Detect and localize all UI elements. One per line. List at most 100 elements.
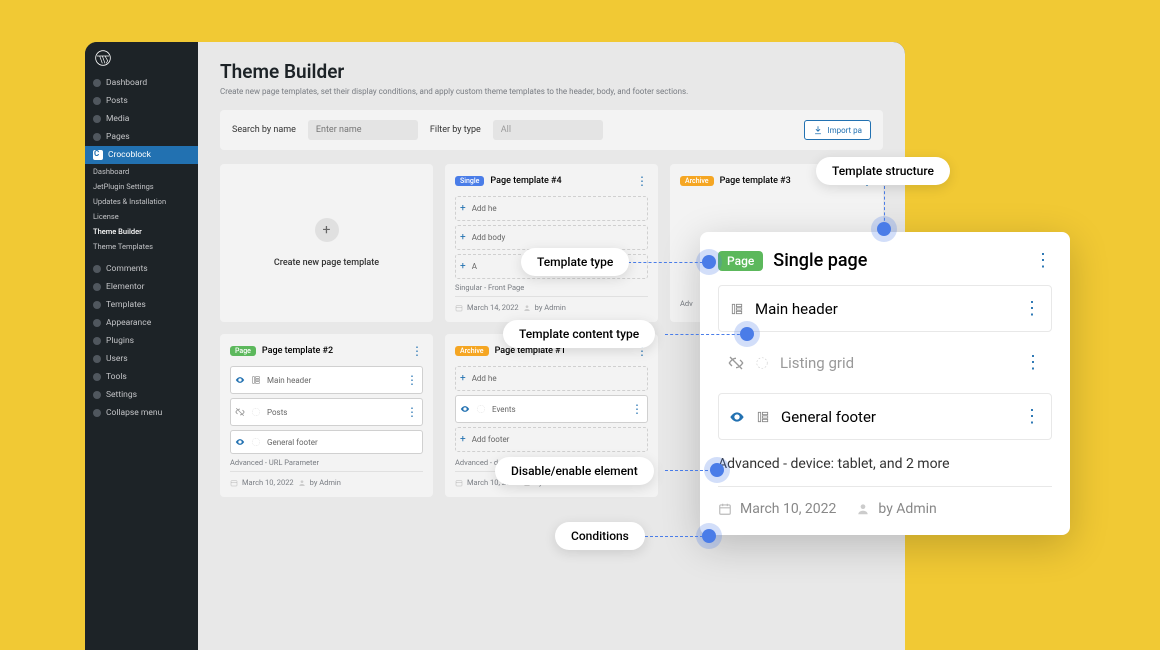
card-item-row[interactable]: Events ⋮ — [455, 395, 648, 423]
card-title: Page template #4 — [490, 176, 630, 186]
callout-type: Template type — [521, 248, 629, 276]
row-menu-icon[interactable]: ⋮ — [1023, 406, 1041, 427]
add-header-row[interactable]: +Add he — [455, 196, 648, 221]
calendar-icon — [455, 479, 463, 487]
calendar-icon — [718, 502, 732, 516]
eye-icon[interactable] — [235, 437, 245, 447]
card-conditions: Singular - Front Page — [455, 283, 648, 292]
card-item-row[interactable]: Posts ⋮ — [230, 398, 423, 426]
card-item-row[interactable]: Main header ⋮ — [230, 366, 423, 394]
row-menu-icon[interactable]: ⋮ — [406, 405, 418, 419]
sidebar-item-pages[interactable]: Pages — [85, 128, 198, 146]
circle-icon — [755, 356, 769, 370]
filter-label: Filter by type — [430, 125, 481, 135]
eye-off-icon[interactable] — [235, 407, 245, 417]
crocoblock-icon — [93, 150, 103, 160]
elementor-icon — [251, 375, 261, 385]
search-label: Search by name — [232, 125, 296, 135]
user-icon — [298, 479, 306, 487]
template-card: Single Page template #4 ⋮ +Add he +Add b… — [445, 164, 658, 322]
sub-theme-templates[interactable]: Theme Templates — [85, 239, 198, 254]
badge-page: Page — [230, 346, 256, 356]
detail-title: Single page — [773, 250, 1024, 271]
row-menu-icon[interactable]: ⋮ — [1024, 352, 1042, 373]
circle-icon — [476, 404, 486, 414]
card-date: March 14, 2022 — [467, 303, 519, 312]
calendar-icon — [455, 304, 463, 312]
sub-dashboard[interactable]: Dashboard — [85, 164, 198, 179]
sub-theme-builder[interactable]: Theme Builder — [85, 224, 198, 239]
create-label: Create new page template — [274, 258, 379, 268]
sidebar-item-media[interactable]: Media — [85, 110, 198, 128]
page-description: Create new page templates, set their dis… — [220, 87, 883, 96]
callout-conditions: Conditions — [555, 522, 645, 550]
sidebar-item-dashboard[interactable]: Dashboard — [85, 74, 198, 92]
card-menu-icon[interactable]: ⋮ — [411, 344, 423, 358]
sidebar-item-elementor[interactable]: Elementor — [85, 278, 198, 296]
badge-single: Single — [455, 176, 484, 186]
wordpress-logo[interactable] — [85, 42, 198, 74]
add-header-row[interactable]: +Add he — [455, 366, 648, 391]
sub-jetplugin[interactable]: JetPlugin Settings — [85, 179, 198, 194]
sidebar-item-tools[interactable]: Tools — [85, 368, 198, 386]
calendar-icon — [230, 479, 238, 487]
connector-dot — [740, 327, 754, 341]
sidebar-item-collapse[interactable]: Collapse menu — [85, 404, 198, 422]
row-menu-icon[interactable]: ⋮ — [631, 402, 643, 416]
user-icon — [523, 304, 531, 312]
search-input[interactable] — [308, 120, 418, 140]
connector — [665, 334, 745, 335]
connector-dot — [702, 529, 716, 543]
callout-structure: Template structure — [816, 157, 950, 185]
card-author: by Admin — [535, 303, 566, 312]
template-detail-panel: Page Single page ⋮ Main header ⋮ Listing… — [700, 232, 1070, 535]
callout-content: Template content type — [503, 320, 655, 348]
detail-date: March 10, 2022 — [740, 501, 836, 517]
sidebar-item-comments[interactable]: Comments — [85, 260, 198, 278]
card-conditions: Advanced - URL Parameter — [230, 458, 423, 467]
card-menu-icon[interactable]: ⋮ — [636, 174, 648, 188]
detail-row[interactable]: Main header ⋮ — [718, 285, 1052, 332]
sidebar-item-plugins[interactable]: Plugins — [85, 332, 198, 350]
row-menu-icon[interactable]: ⋮ — [406, 373, 418, 387]
elementor-icon — [756, 410, 770, 424]
admin-sidebar: Dashboard Posts Media Pages Crocoblock D… — [85, 42, 198, 650]
card-title: Page template #2 — [262, 346, 405, 356]
detail-author: by Admin — [878, 501, 936, 517]
eye-icon[interactable] — [729, 408, 745, 426]
sub-license[interactable]: License — [85, 209, 198, 224]
sidebar-item-templates[interactable]: Templates — [85, 296, 198, 314]
detail-menu-icon[interactable]: ⋮ — [1034, 250, 1052, 271]
card-item-row[interactable]: General footer — [230, 430, 423, 454]
download-icon — [813, 125, 823, 135]
card-date: March 10, 2022 — [242, 478, 294, 487]
create-template-card[interactable]: + Create new page template — [220, 164, 433, 322]
add-body-row[interactable]: +Add body — [455, 225, 648, 250]
eye-icon[interactable] — [460, 404, 470, 414]
row-menu-icon[interactable]: ⋮ — [1023, 298, 1041, 319]
elementor-icon — [730, 302, 744, 316]
detail-row[interactable]: General footer ⋮ — [718, 393, 1052, 440]
connector-dot — [702, 255, 716, 269]
circle-icon — [251, 437, 261, 447]
connector-dot — [710, 463, 724, 477]
sidebar-item-settings[interactable]: Settings — [85, 386, 198, 404]
import-button[interactable]: Import pa — [804, 120, 871, 140]
detail-row-disabled[interactable]: Listing grid ⋮ — [718, 340, 1052, 385]
detail-badge: Page — [718, 251, 763, 271]
sidebar-item-users[interactable]: Users — [85, 350, 198, 368]
sidebar-item-crocoblock[interactable]: Crocoblock — [85, 146, 198, 164]
add-footer-row[interactable]: +Add footer — [455, 427, 648, 452]
eye-icon[interactable] — [235, 375, 245, 385]
eye-off-icon[interactable] — [728, 355, 744, 371]
filter-select[interactable] — [493, 120, 603, 140]
badge-archive: Archive — [455, 346, 489, 356]
page-title: Theme Builder — [220, 60, 883, 83]
plus-icon: + — [315, 218, 339, 242]
circle-icon — [251, 407, 261, 417]
badge-archive: Archive — [680, 176, 714, 186]
sub-updates[interactable]: Updates & Installation — [85, 194, 198, 209]
sidebar-item-appearance[interactable]: Appearance — [85, 314, 198, 332]
callout-toggle: Disable/enable element — [495, 457, 654, 485]
sidebar-item-posts[interactable]: Posts — [85, 92, 198, 110]
